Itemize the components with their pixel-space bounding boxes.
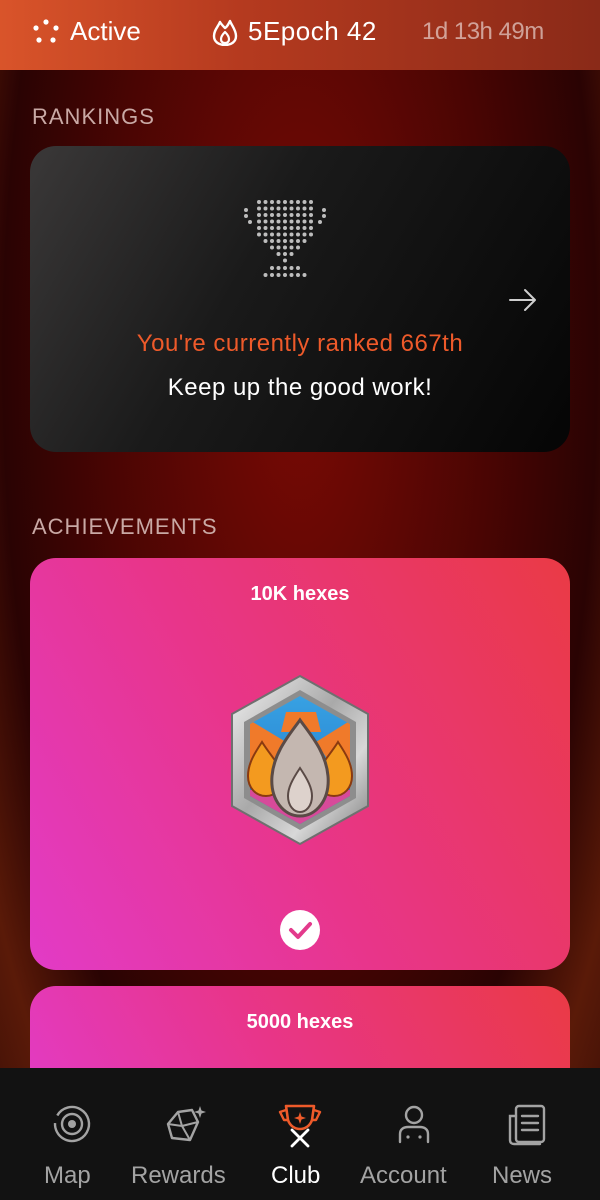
nav-label: Map (44, 1162, 91, 1189)
nav-label: Account (360, 1162, 447, 1189)
loading-dots-icon (33, 18, 59, 43)
flame-outline-icon (212, 19, 238, 46)
rankings-card[interactable] (30, 146, 570, 452)
nav-item-map[interactable]: Map (20, 1068, 124, 1200)
epoch-indicator[interactable]: 5Epoch 42 (212, 16, 377, 47)
achievement-title: 5000 hexes (246, 1011, 354, 1033)
top-bar: Active 5Epoch 42 1d 13h 49m (0, 0, 600, 70)
map-target-icon (53, 1105, 91, 1143)
achievements-section-title: ACHIEVEMENTS (32, 514, 218, 539)
achievement-title: 10K hexes (250, 583, 350, 605)
rewards-gem-icon (166, 1106, 206, 1142)
completed-check-icon (280, 910, 320, 950)
nav-label: Club (271, 1162, 321, 1189)
club-trophy-icon (278, 1104, 322, 1148)
nav-label: News (492, 1162, 553, 1189)
status-label: Active (70, 16, 141, 46)
epoch-timer: 1d 13h 49m (422, 18, 544, 45)
news-document-icon (508, 1104, 546, 1146)
status-indicator[interactable]: Active (32, 16, 141, 47)
nav-label: Rewards (131, 1162, 226, 1189)
nav-item-rewards[interactable]: Rewards (126, 1068, 246, 1200)
encouragement-text: Keep up the good work! (167, 374, 433, 401)
bottom-nav: Map Rewards Club Account News (0, 1068, 600, 1200)
rank-text: You're currently ranked 667th (136, 330, 464, 357)
arrow-right-icon[interactable] (508, 288, 538, 312)
nav-item-news[interactable]: News (488, 1068, 578, 1200)
hexagon-flame-badge-icon (231, 674, 369, 846)
nav-item-club[interactable]: Club (256, 1068, 344, 1200)
trophy-dots-icon (244, 200, 326, 277)
rankings-section-title: RANKINGS (32, 104, 155, 129)
epoch-label: 5Epoch 42 (248, 16, 377, 46)
nav-item-account[interactable]: Account (356, 1068, 474, 1200)
account-person-icon (398, 1105, 430, 1144)
